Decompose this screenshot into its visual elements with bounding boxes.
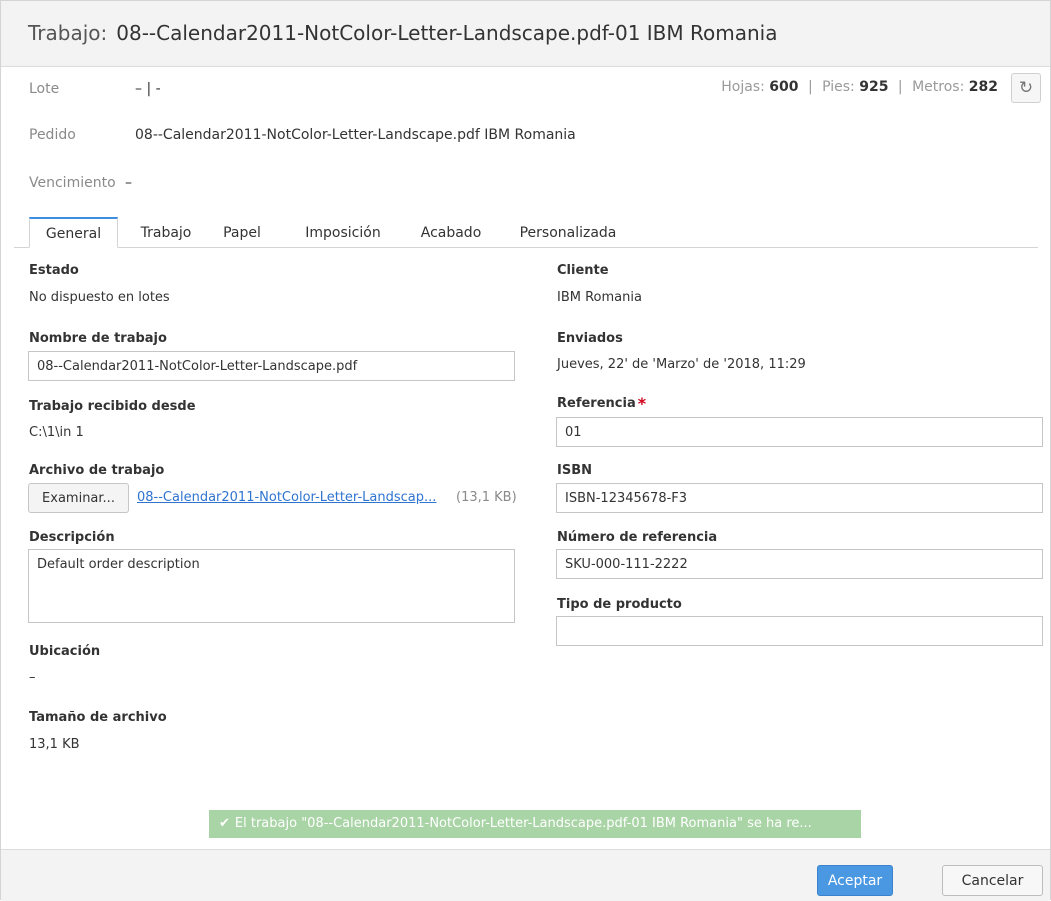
- enviados-label: Enviados: [557, 331, 623, 346]
- estado-value: No dispuesto en lotes: [29, 290, 170, 305]
- referencia-label-text: Referencia: [557, 396, 636, 411]
- metros-label: Metros:: [912, 79, 965, 95]
- recibido-value: C:\1\in 1: [29, 425, 84, 440]
- enviados-value: Jueves, 22' de 'Marzo' de '2018, 11:29: [557, 357, 806, 372]
- hojas-label: Hojas:: [721, 79, 765, 95]
- isbn-input[interactable]: ISBN-12345678-F3: [556, 483, 1043, 513]
- pedido-label: Pedido: [29, 127, 76, 143]
- vencimiento-value: –: [125, 175, 132, 191]
- vencimiento-label: Vencimiento: [29, 175, 116, 191]
- lote-value: – | -: [135, 81, 161, 97]
- referencia-input[interactable]: 01: [556, 417, 1043, 447]
- sheet-stats: Hojas: 600 | Pies: 925 | Metros: 282: [721, 79, 998, 95]
- refresh-icon: ↻: [1018, 77, 1034, 98]
- job-file-link[interactable]: 08--Calendar2011-NotColor-Letter-Landsca…: [137, 490, 436, 505]
- pedido-value: 08--Calendar2011-NotColor-Letter-Landsca…: [135, 127, 576, 143]
- nombre-trabajo-label: Nombre de trabajo: [29, 331, 167, 346]
- ubicacion-value: –: [29, 670, 36, 685]
- title-value: 08--Calendar2011-NotColor-Letter-Landsca…: [116, 21, 778, 45]
- tab-personalizada[interactable]: Personalizada: [509, 217, 627, 247]
- dialog-header: Trabajo: 08--Calendar2011-NotColor-Letter…: [1, 1, 1050, 67]
- tab-papel[interactable]: Papel: [213, 217, 271, 247]
- numero-referencia-label: Número de referencia: [557, 530, 718, 545]
- lote-label: Lote: [29, 81, 60, 97]
- required-marker: *: [637, 394, 647, 413]
- dialog-title: Trabajo: 08--Calendar2011-NotColor-Letter…: [28, 21, 777, 45]
- cancel-button[interactable]: Cancelar: [942, 865, 1043, 896]
- referencia-label: Referencia *: [557, 396, 646, 412]
- tab-general[interactable]: General: [29, 217, 118, 248]
- browse-button[interactable]: Examinar...: [28, 483, 129, 513]
- job-file-size: (13,1 KB): [456, 490, 517, 505]
- recibido-label: Trabajo recibido desde: [29, 399, 196, 414]
- tipo-producto-input[interactable]: [556, 616, 1043, 646]
- vencimiento-row: Vencimiento –: [29, 175, 132, 191]
- nombre-trabajo-input[interactable]: 08--Calendar2011-NotColor-Letter-Landsca…: [28, 351, 515, 381]
- cliente-label: Cliente: [557, 263, 609, 278]
- title-label: Trabajo:: [28, 21, 108, 45]
- descripcion-textarea[interactable]: Default order description: [28, 549, 515, 623]
- tab-imposicion[interactable]: Imposición: [293, 217, 393, 247]
- ubicacion-label: Ubicación: [29, 644, 101, 659]
- stats-separator: |: [897, 79, 903, 95]
- tab-bar: General Trabajo Papel Imposición Acabado…: [14, 217, 1038, 248]
- lote-row: Lote – | -: [29, 81, 161, 97]
- tipo-producto-label: Tipo de producto: [557, 597, 682, 612]
- job-properties-dialog: Trabajo: 08--Calendar2011-NotColor-Letter…: [0, 0, 1051, 901]
- isbn-label: ISBN: [557, 463, 592, 478]
- archivo-label: Archivo de trabajo: [29, 463, 165, 478]
- pies-value: 925: [859, 79, 889, 95]
- estado-label: Estado: [29, 263, 79, 278]
- toast-message: El trabajo "08--Calendar2011-NotColor-Le…: [234, 816, 812, 831]
- tab-trabajo[interactable]: Trabajo: [131, 217, 201, 247]
- stats-separator: |: [807, 79, 813, 95]
- descripcion-label: Descripción: [29, 530, 115, 545]
- pies-label: Pies:: [822, 79, 855, 95]
- tamano-value: 13,1 KB: [29, 737, 80, 752]
- accept-button[interactable]: Aceptar: [817, 865, 893, 896]
- success-toast: ✔ El trabajo "08--Calendar2011-NotColor-L…: [209, 810, 861, 838]
- tamano-label: Tamaño de archivo: [29, 710, 167, 725]
- hojas-value: 600: [769, 79, 799, 95]
- pedido-row: Pedido 08--Calendar2011-NotColor-Letter-L…: [29, 127, 576, 143]
- checkmark-icon: ✔: [219, 816, 230, 831]
- cliente-value: IBM Romania: [557, 290, 642, 305]
- refresh-button[interactable]: ↻: [1011, 73, 1041, 103]
- numero-referencia-input[interactable]: SKU-000-111-2222: [556, 549, 1043, 579]
- tab-acabado[interactable]: Acabado: [407, 217, 495, 247]
- metros-value: 282: [968, 79, 998, 95]
